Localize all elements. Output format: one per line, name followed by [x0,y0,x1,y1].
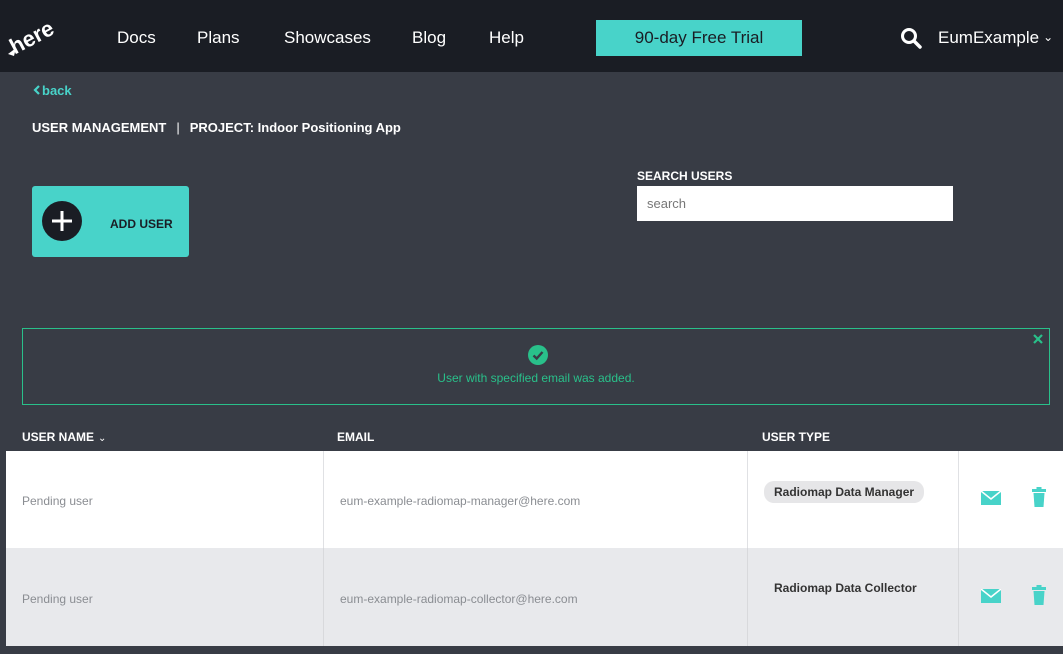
plus-icon [42,201,82,241]
cell-user-type: Radiomap Data Collector [748,548,959,646]
column-header-email: EMAIL [337,430,375,444]
chevron-left-icon [33,85,40,95]
success-alert: User with specified email was added. [22,328,1050,405]
cell-email: eum-example-radiomap-collector@here.com [324,548,748,646]
search-icon[interactable] [900,27,922,49]
cell-actions [959,451,1063,548]
column-header-user-name-label: USER NAME [22,430,95,444]
top-nav: here Docs Plans Showcases Blog Help 90-d… [0,0,1063,72]
breadcrumb-separator: | [176,120,180,135]
column-header-user-name[interactable]: USER NAME ⌄ [22,430,106,444]
cell-user-name: Pending user [6,548,324,646]
table-row: Pending user eum-example-radiomap-manage… [6,451,1063,548]
user-name-text: Pending user [22,494,93,508]
mail-icon[interactable] [981,589,1001,603]
cell-user-type: Radiomap Data Manager [748,451,959,548]
breadcrumb-project: PROJECT: Indoor Positioning App [189,120,401,135]
trash-icon[interactable] [1032,487,1046,507]
breadcrumb: USER MANAGEMENT | PROJECT: Indoor Position… [32,120,401,135]
alert-message: User with specified email was added. [437,371,635,385]
user-menu[interactable]: EumExample ⌄ [938,28,1053,48]
page-bottom-edge [0,646,1063,654]
user-type-label: Radiomap Data Collector [774,581,917,595]
free-trial-button[interactable]: 90-day Free Trial [596,20,802,56]
mail-icon[interactable] [981,491,1001,505]
cell-user-name: Pending user [6,451,324,548]
back-label: back [42,83,72,98]
email-text: eum-example-radiomap-manager@here.com [340,494,581,508]
here-logo[interactable]: here [4,14,62,58]
nav-link-showcases[interactable]: Showcases [284,28,371,48]
nav-link-plans[interactable]: Plans [197,28,240,48]
column-header-user-type: USER TYPE [762,430,831,444]
chevron-down-icon: ⌄ [98,433,107,444]
cell-actions [959,548,1063,646]
nav-link-docs[interactable]: Docs [117,28,156,48]
table-row: Pending user eum-example-radiomap-collec… [6,548,1063,646]
chevron-down-icon: ⌄ [1043,30,1054,44]
breadcrumb-section: USER MANAGEMENT [32,120,167,135]
add-user-button[interactable]: ADD USER [32,186,189,257]
user-menu-label: EumExample [938,28,1040,47]
nav-link-blog[interactable]: Blog [412,28,446,48]
check-circle-icon [528,345,548,365]
user-type-badge: Radiomap Data Manager [764,481,925,503]
email-text: eum-example-radiomap-collector@here.com [340,592,578,606]
trash-icon[interactable] [1032,585,1046,605]
back-link[interactable]: back [32,83,72,98]
close-icon[interactable] [1033,334,1043,344]
search-users-label: SEARCH USERS [637,169,733,183]
user-name-text: Pending user [22,592,93,606]
nav-link-help[interactable]: Help [489,28,524,48]
cell-email: eum-example-radiomap-manager@here.com [324,451,748,548]
add-user-label: ADD USER [110,217,173,231]
search-users-input[interactable] [637,186,953,221]
